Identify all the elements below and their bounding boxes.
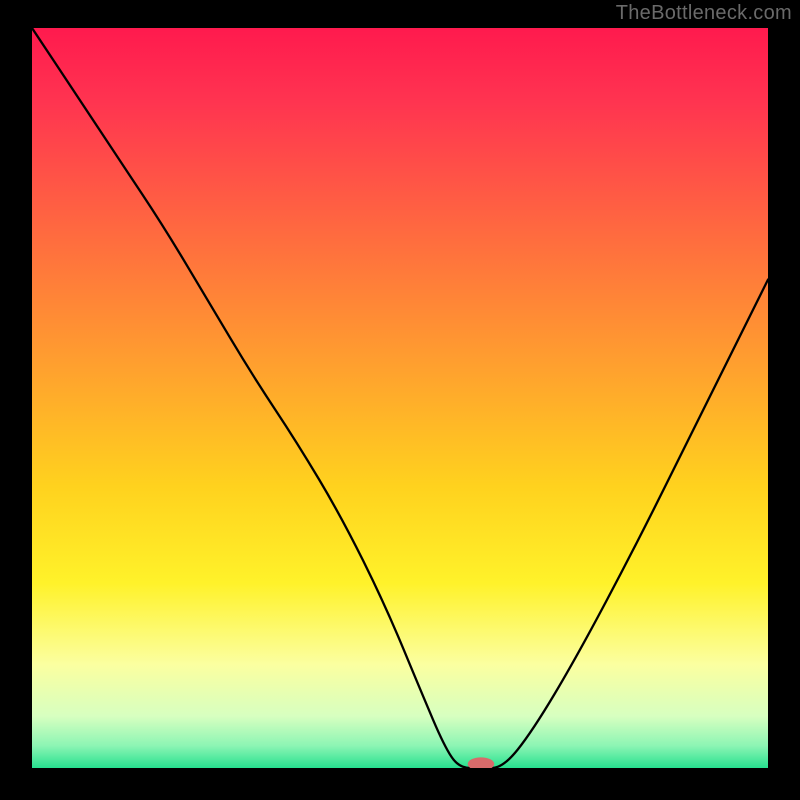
plot-area [32, 28, 768, 768]
bottleneck-chart [32, 28, 768, 768]
gradient-background [32, 28, 768, 768]
watermark-text: TheBottleneck.com [616, 2, 792, 25]
chart-container: TheBottleneck.com [0, 0, 800, 800]
